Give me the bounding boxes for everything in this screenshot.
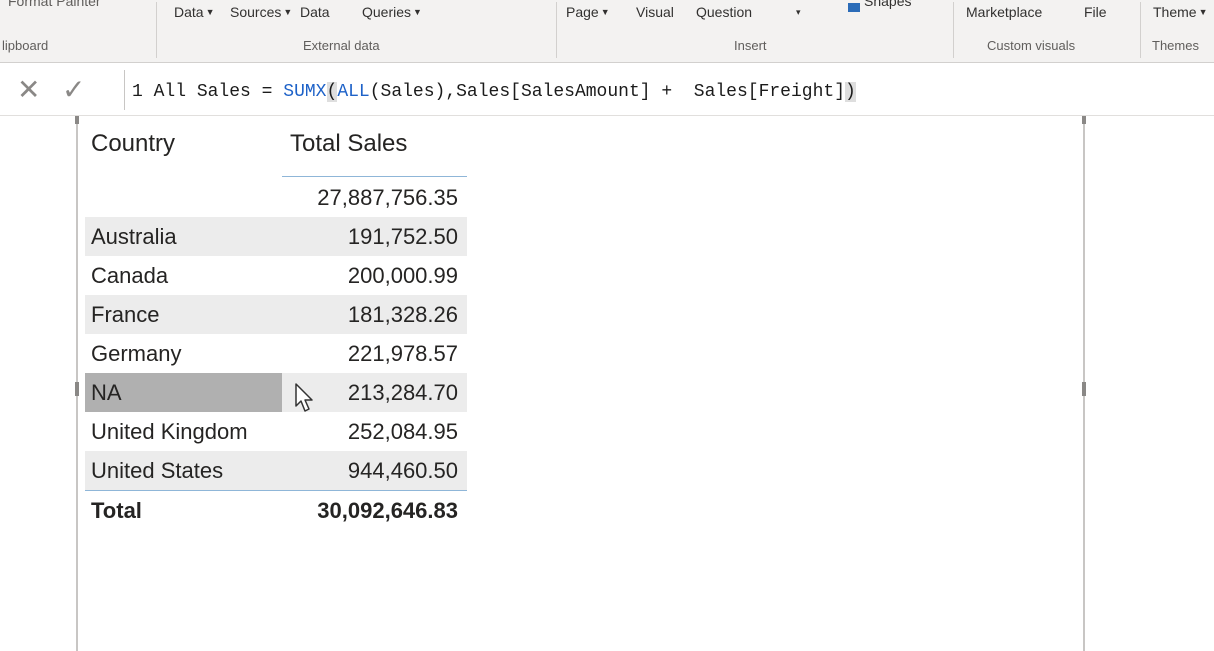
group-label-external-data: External data	[303, 38, 380, 53]
enter-data-button[interactable]: Data	[300, 5, 330, 19]
marketplace-button[interactable]: Marketplace	[966, 5, 1042, 19]
ask-question-button[interactable]: Question	[696, 5, 752, 19]
group-label-clipboard: lipboard	[2, 38, 49, 53]
paren-close: )	[845, 82, 856, 102]
ribbon-separator	[953, 2, 954, 58]
ribbon-separator	[556, 2, 557, 58]
dax-formula[interactable]: 1 All Sales = SUMX(ALL(Sales),Sales[Sale…	[132, 80, 856, 104]
measure-name: All Sales	[153, 82, 251, 102]
queries-button[interactable]: Queries ▼	[362, 5, 422, 19]
paren-open: (	[326, 82, 338, 102]
equals-sign: =	[261, 82, 273, 102]
total-sales-cell[interactable]: 221,978.57	[282, 334, 467, 373]
ribbon-separator	[156, 2, 157, 58]
ribbon: Format Painter Data ▼ Sources ▼ Data Queri…	[0, 0, 1214, 63]
country-cell[interactable]: United States	[85, 451, 282, 490]
table-header-row: Country Total Sales	[85, 118, 467, 178]
shapes-icon	[848, 3, 860, 12]
country-cell[interactable]: France	[85, 295, 282, 334]
format-painter-button[interactable]: Format Painter	[8, 0, 101, 8]
shapes-button[interactable]: Shapes	[864, 0, 911, 8]
mouse-pointer-icon	[295, 383, 313, 412]
function-all: ALL	[337, 82, 370, 102]
recent-sources-button[interactable]: Sources ▼	[230, 5, 292, 19]
total-label: Total	[91, 498, 142, 523]
close-icon[interactable]: ✕	[17, 76, 40, 104]
table-row-selected[interactable]: NA 213,284.70	[85, 373, 467, 412]
country-cell[interactable]: Australia	[85, 217, 282, 256]
country-cell[interactable]: United Kingdom	[85, 412, 282, 451]
resize-handle-left[interactable]	[75, 382, 79, 396]
header-underline	[282, 176, 467, 177]
resize-handle-top-left[interactable]	[75, 116, 79, 124]
formula-args: (Sales),Sales[SalesAmount] + Sales[Freig…	[369, 82, 845, 102]
table-row[interactable]: France 181,328.26	[85, 295, 467, 334]
group-label-themes: Themes	[1152, 38, 1199, 53]
table-row[interactable]: Australia 191,752.50	[85, 217, 467, 256]
from-file-button[interactable]: File	[1084, 5, 1107, 19]
total-sales-cell[interactable]: 27,887,756.35	[282, 178, 467, 217]
table-row[interactable]: United States 944,460.50	[85, 451, 467, 490]
country-cell[interactable]	[85, 178, 282, 217]
column-header-total-sales[interactable]: Total Sales	[282, 118, 467, 178]
table-row[interactable]: Germany 221,978.57	[85, 334, 467, 373]
new-page-button[interactable]: Page ▼	[566, 5, 610, 19]
table-visual[interactable]: Country Total Sales 27,887,756.35 Austra…	[85, 118, 467, 530]
group-label-custom-visuals: Custom visuals	[987, 38, 1076, 53]
function-sumx: SUMX	[283, 82, 327, 102]
total-sales-cell[interactable]: 200,000.99	[282, 256, 467, 295]
table-row[interactable]: United Kingdom 252,084.95	[85, 412, 467, 451]
resize-handle-right[interactable]	[1082, 382, 1086, 396]
line-number: 1	[132, 82, 143, 102]
table-total-row: Total 30,092,646.83	[85, 490, 467, 530]
checkmark-icon[interactable]: ✓	[62, 76, 85, 104]
country-cell[interactable]: NA	[85, 373, 282, 412]
new-visual-button[interactable]: Visual	[636, 5, 674, 19]
table-row[interactable]: Canada 200,000.99	[85, 256, 467, 295]
switch-theme-button[interactable]: Theme ▼	[1153, 5, 1208, 19]
total-sales-cell[interactable]: 181,328.26	[282, 295, 467, 334]
total-sales-cell[interactable]: 191,752.50	[282, 217, 467, 256]
get-data-button[interactable]: Data ▼	[174, 5, 215, 19]
ribbon-separator	[1140, 2, 1141, 58]
column-header-country[interactable]: Country	[85, 118, 282, 178]
resize-handle-top-right[interactable]	[1082, 116, 1086, 124]
grand-total-value: 30,092,646.83	[317, 498, 458, 523]
total-sales-cell[interactable]: 944,460.50	[282, 451, 467, 490]
table-row[interactable]: 27,887,756.35	[85, 178, 467, 217]
chevron-down-icon[interactable]: ▾	[796, 5, 801, 19]
country-cell[interactable]: Germany	[85, 334, 282, 373]
group-label-insert: Insert	[734, 38, 767, 53]
country-cell[interactable]: Canada	[85, 256, 282, 295]
total-sales-cell[interactable]: 252,084.95	[282, 412, 467, 451]
